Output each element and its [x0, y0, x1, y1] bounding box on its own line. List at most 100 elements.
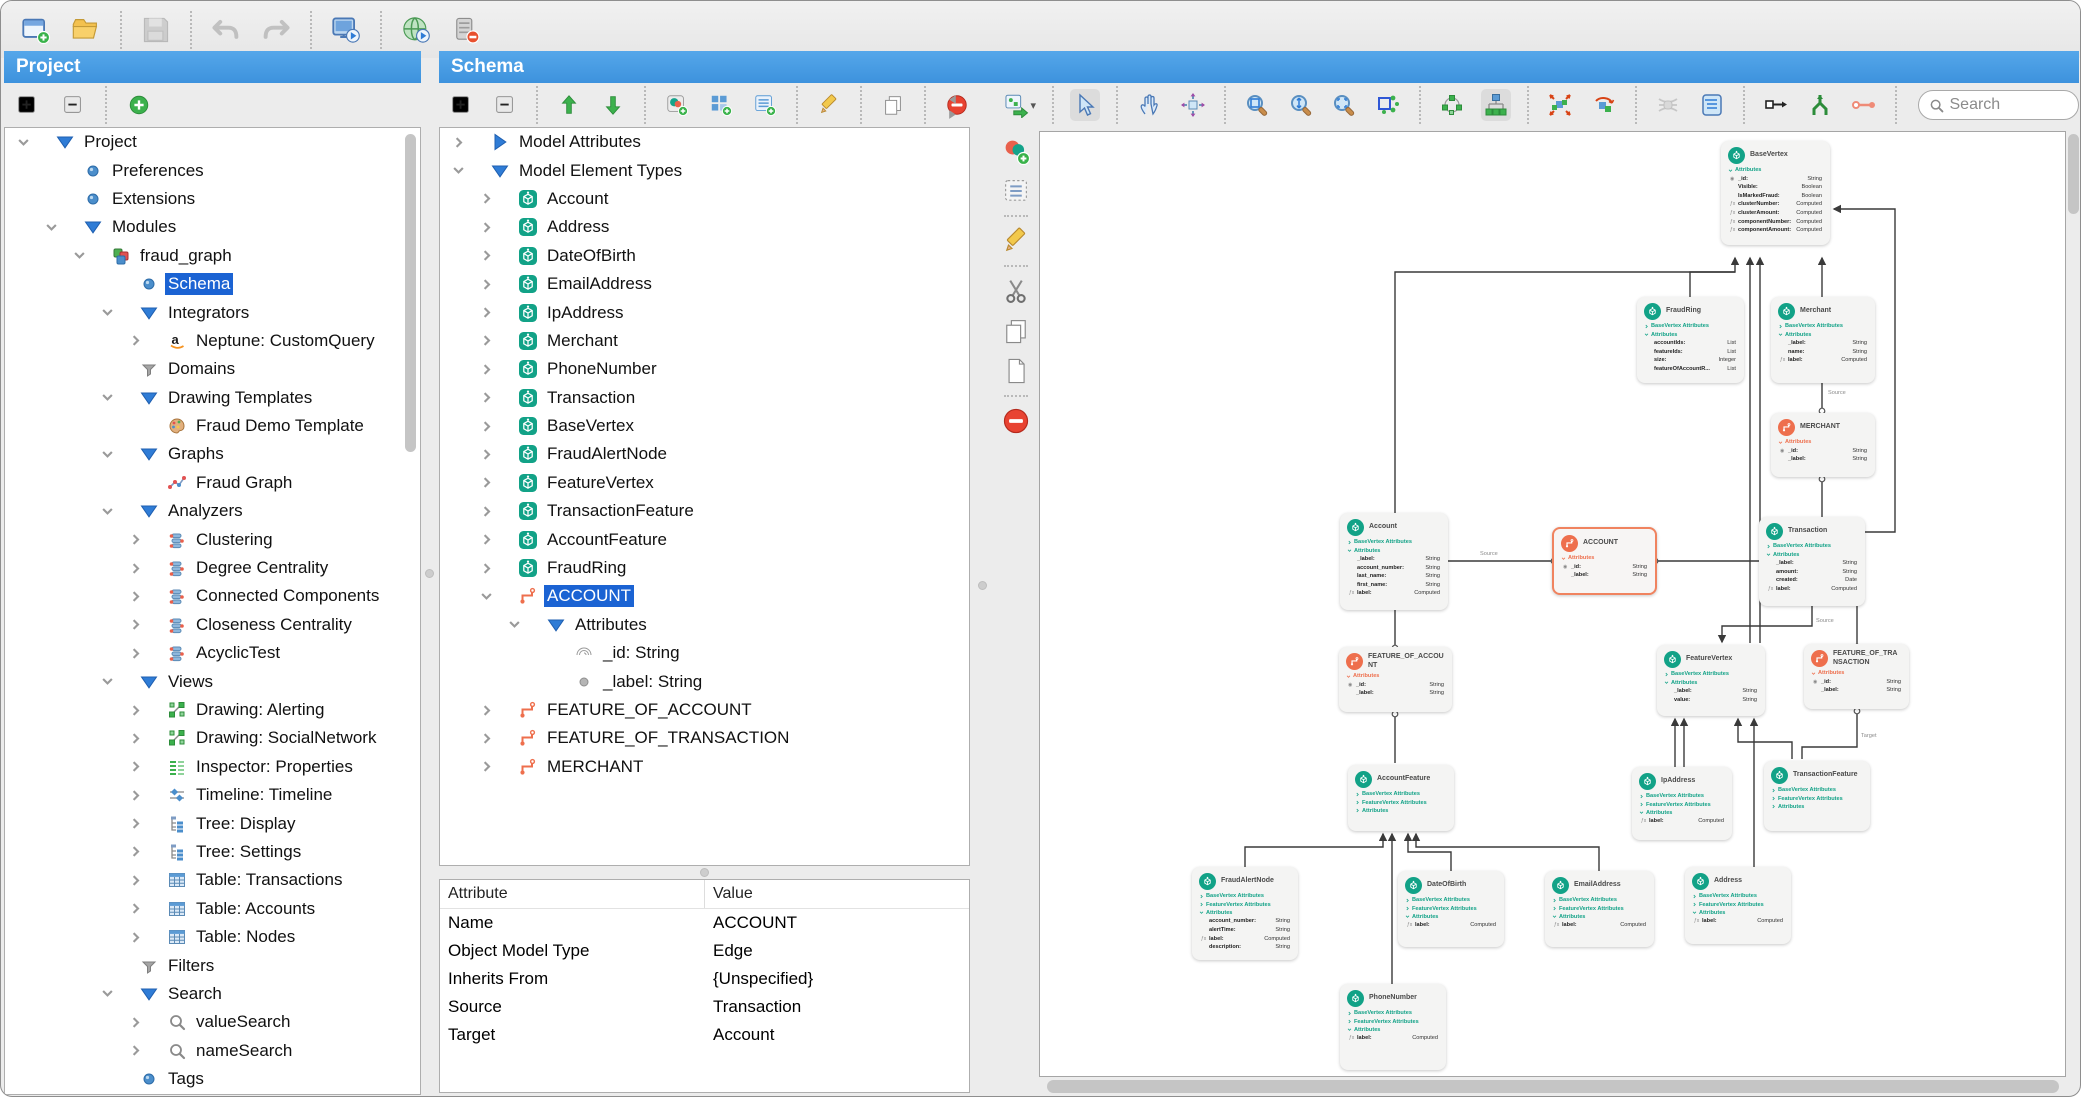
canvas-layout-rotate-button[interactable]	[1589, 89, 1619, 121]
chevron-down-icon[interactable]	[507, 617, 546, 632]
project-tree-item-clustering[interactable]: Clustering	[5, 525, 420, 553]
chevron-right-icon[interactable]	[451, 135, 490, 150]
schema-tree-item-transactionfeature[interactable]: TransactionFeature	[440, 497, 969, 525]
project-tree-item-fraud-graph[interactable]: fraud_graph	[5, 242, 420, 270]
project-scrollbar[interactable]	[405, 134, 416, 452]
schema-edge[interactable]	[1801, 711, 1858, 759]
node-section-attributes[interactable]: Attributes	[1348, 807, 1454, 815]
schema-tree-item-merchant[interactable]: MERCHANT	[440, 753, 969, 781]
node-section-attributes[interactable]: Attributes	[1771, 438, 1875, 446]
canvas-side-remove-red-button[interactable]	[1001, 406, 1031, 436]
chevron-right-icon[interactable]	[479, 333, 518, 348]
project-tree-item-search[interactable]: Search	[5, 980, 420, 1008]
schema-tree-item--label-string[interactable]: _label: String	[440, 667, 969, 695]
canvas-export-button[interactable]: ▾	[1004, 89, 1036, 121]
project-tree-item-preferences[interactable]: Preferences	[5, 156, 420, 184]
chevron-right-icon[interactable]	[479, 419, 518, 434]
canvas-side-add-list2-button[interactable]	[1001, 176, 1031, 206]
inspector-row-inherits-from[interactable]: Inherits From {Unspecified}	[440, 965, 969, 993]
node-section-attributes[interactable]: Attributes	[1721, 166, 1830, 174]
chevron-right-icon[interactable]	[128, 646, 167, 661]
project-tree-item-inspector-properties[interactable]: Inspector: Properties	[5, 753, 420, 781]
node-section-featurevertex-attributes[interactable]: FeatureVertex Attributes	[1192, 900, 1298, 908]
chevron-down-icon[interactable]	[100, 986, 139, 1001]
chevron-right-icon[interactable]	[128, 901, 167, 916]
schema-copy-dropdown-button[interactable]	[881, 92, 905, 118]
schema-tree-item-ipaddress[interactable]: IpAddress	[440, 298, 969, 326]
chevron-right-icon[interactable]	[479, 248, 518, 263]
canvas-layout-hier-button[interactable]	[1481, 89, 1512, 121]
schema-tree-item-address[interactable]: Address	[440, 213, 969, 241]
diagram-node-fraudring[interactable]: FraudRing BaseVertex Attributes Attributes…	[1637, 297, 1744, 383]
canvas-legend-button[interactable]	[1697, 89, 1727, 121]
project-tree-item-filters[interactable]: Filters	[5, 951, 420, 979]
project-tree-item-fraud-demo-template[interactable]: Fraud Demo Template	[5, 412, 420, 440]
chevron-right-icon[interactable]	[128, 333, 167, 348]
run-web-button[interactable]	[399, 13, 433, 47]
diagram-node-basevertex[interactable]: BaseVertex Attributes ◉ _id: String Visible: B…	[1721, 141, 1830, 245]
diagram-node-merchant[interactable]: Merchant BaseVertex Attributes Attributes _…	[1771, 297, 1875, 383]
project-tree-item-graphs[interactable]: Graphs	[5, 440, 420, 468]
schema-tree-item-merchant[interactable]: Merchant	[440, 327, 969, 355]
node-section-basevertex-attributes[interactable]: BaseVertex Attributes	[1637, 322, 1744, 330]
schema-tree-item--id-string[interactable]: _id: String	[440, 639, 969, 667]
canvas-side-copy-pages-button[interactable]	[1001, 316, 1031, 346]
project-tree-item-degree-centrality[interactable]: Degree Centrality	[5, 554, 420, 582]
schema-edge[interactable]	[1244, 832, 1388, 867]
run-client-button[interactable]	[329, 13, 363, 47]
schema-tree-item-model-element-types[interactable]: Model Element Types	[440, 156, 969, 184]
canvas-cursor-button[interactable]	[1070, 89, 1100, 121]
chevron-right-icon[interactable]	[479, 703, 518, 718]
node-section-basevertex-attributes[interactable]: BaseVertex Attributes	[1764, 786, 1870, 794]
project-tree-item-acyclictest[interactable]: AcyclicTest	[5, 639, 420, 667]
chevron-right-icon[interactable]	[128, 844, 167, 859]
chevron-right-icon[interactable]	[128, 816, 167, 831]
chevron-right-icon[interactable]	[479, 561, 518, 576]
project-tree-item-drawing-socialnetwork[interactable]: Drawing: SocialNetwork	[5, 724, 420, 752]
canvas-tree-tool-button[interactable]	[1805, 89, 1835, 121]
schema-edge[interactable]	[1689, 271, 1735, 297]
diagram-node-dateofbirth[interactable]: DateOfBirth BaseVertex Attributes FeatureV…	[1398, 871, 1504, 947]
schema-edge[interactable]	[1733, 717, 1793, 759]
schema-tree-item-phonenumber[interactable]: PhoneNumber	[440, 355, 969, 383]
node-section-attributes[interactable]: Attributes	[1764, 803, 1870, 811]
chevron-down-icon[interactable]	[100, 447, 139, 462]
canvas-side-add-element-button[interactable]	[1001, 136, 1031, 166]
project-tree-item-valuesearch[interactable]: valueSearch	[5, 1008, 420, 1036]
schema-tree-item-transaction[interactable]: Transaction	[440, 384, 969, 412]
schema-edit-pencil-button[interactable]	[817, 92, 841, 118]
schema-tree-item-featurevertex[interactable]: FeatureVertex	[440, 469, 969, 497]
node-section-attributes[interactable]: Attributes	[1759, 550, 1865, 558]
project-tree-item-table-nodes[interactable]: Table: Nodes	[5, 923, 420, 951]
schema-tree-item-fraudring[interactable]: FraudRing	[440, 554, 969, 582]
project-collapse-all-button[interactable]	[60, 92, 86, 118]
diagram-node-ipaddress[interactable]: IpAddress BaseVertex Attributes FeatureVer…	[1632, 767, 1732, 840]
node-section-basevertex-attributes[interactable]: BaseVertex Attributes	[1192, 892, 1298, 900]
canvas-fit-select-button[interactable]	[1373, 89, 1403, 121]
chevron-down-icon[interactable]	[100, 504, 139, 519]
chevron-right-icon[interactable]	[479, 447, 518, 462]
schema-tree-item-account[interactable]: ACCOUNT	[440, 582, 969, 610]
project-tree-item-drawing-alerting[interactable]: Drawing: Alerting	[5, 696, 420, 724]
project-tree-item-closeness-centrality[interactable]: Closeness Centrality	[5, 611, 420, 639]
node-section-featurevertex-attributes[interactable]: FeatureVertex Attributes	[1632, 800, 1732, 808]
chevron-right-icon[interactable]	[479, 759, 518, 774]
canvas-hand-button[interactable]	[1134, 89, 1164, 121]
project-tree-item-schema[interactable]: Schema	[5, 270, 420, 298]
project-tree-item-table-transactions[interactable]: Table: Transactions	[5, 866, 420, 894]
node-section-basevertex-attributes[interactable]: BaseVertex Attributes	[1657, 670, 1765, 678]
schema-tree-item-fraudalertnode[interactable]: FraudAlertNode	[440, 440, 969, 468]
inspector-row-name[interactable]: Name ACCOUNT	[440, 909, 969, 937]
node-section-attributes[interactable]: Attributes	[1804, 669, 1909, 677]
open-folder-button[interactable]	[69, 13, 103, 47]
canvas-side-edit-pencil-button[interactable]	[1001, 226, 1031, 256]
node-section-featurevertex-attributes[interactable]: FeatureVertex Attributes	[1685, 900, 1791, 908]
canvas-zoom-fit-button[interactable]	[1330, 89, 1360, 121]
diagram-node-accountfeature[interactable]: AccountFeature BaseVertex Attributes Featu…	[1348, 765, 1454, 831]
chevron-down-icon[interactable]	[72, 248, 111, 263]
chevron-right-icon[interactable]	[128, 532, 167, 547]
chevron-right-icon[interactable]	[128, 731, 167, 746]
schema-tree-item-model-attributes[interactable]: Model Attributes	[440, 128, 969, 156]
schema-tree-item-feature-of-account[interactable]: FEATURE_OF_ACCOUNT	[440, 696, 969, 724]
project-add-green-button[interactable]	[126, 92, 152, 118]
